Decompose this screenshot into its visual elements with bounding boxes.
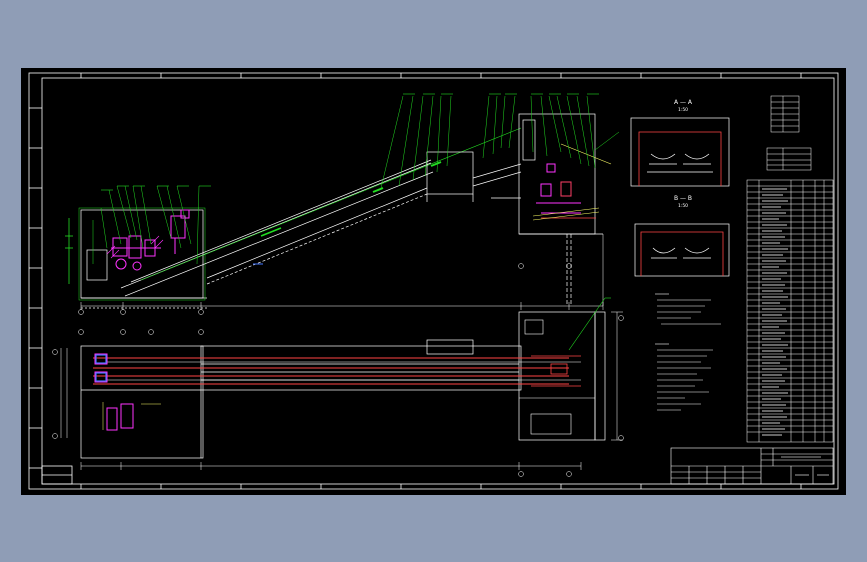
section-b-label: B — B <box>674 195 692 202</box>
canvas-background <box>21 68 846 495</box>
section-a-label: A — A <box>674 99 693 106</box>
section-b-scale: 1:50 <box>678 203 688 209</box>
section-a-scale: 1:50 <box>678 107 688 113</box>
cad-drawing-canvas[interactable]: A — A 1:50 B — B 1:50 <box>21 68 846 495</box>
